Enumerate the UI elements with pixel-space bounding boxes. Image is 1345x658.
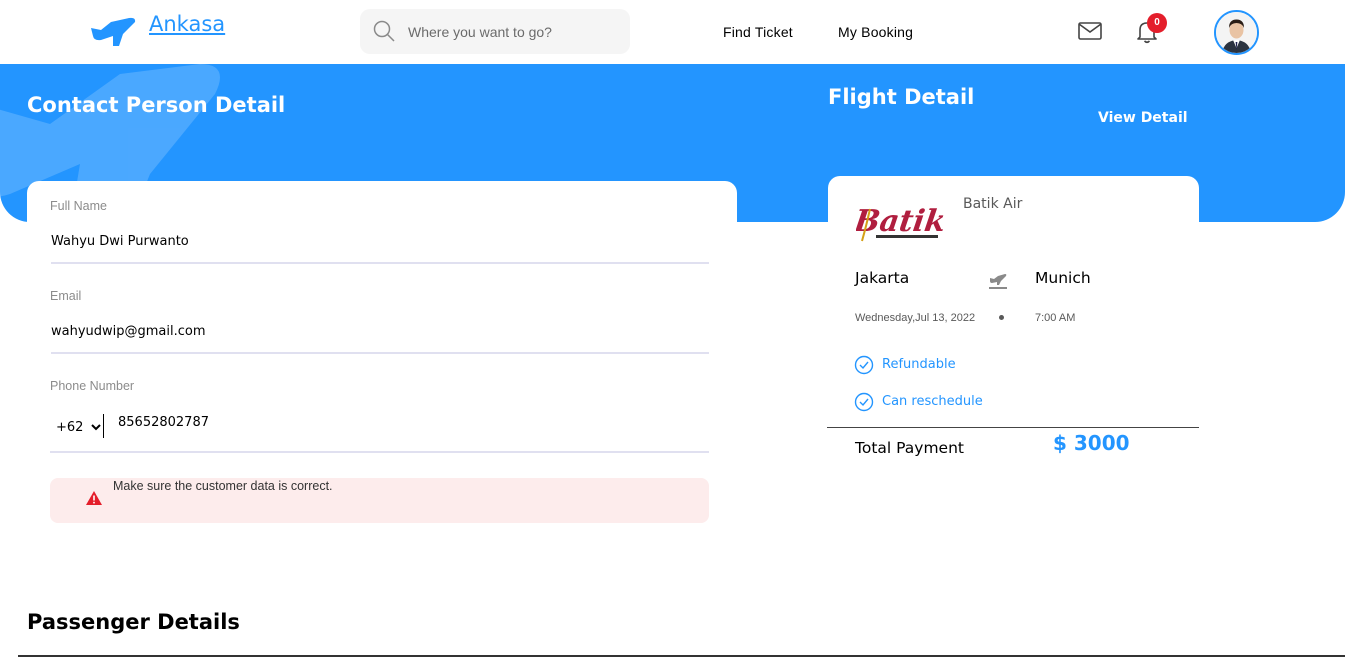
phone-code-select[interactable]: +62: [52, 416, 104, 438]
check-circle-icon: [854, 355, 874, 375]
email-field[interactable]: [51, 324, 709, 354]
airline-name: Batik Air: [963, 196, 1023, 212]
refundable-label: Refundable: [882, 357, 956, 372]
arrival-city: Munich: [1035, 269, 1091, 287]
view-detail-link[interactable]: View Detail: [1098, 110, 1188, 126]
flight-date: Wednesday,Jul 13, 2022: [855, 312, 976, 324]
full-name-label: Full Name: [50, 199, 107, 213]
section-divider: [18, 655, 1345, 657]
search-input[interactable]: [408, 9, 618, 54]
warning-icon: [86, 491, 102, 505]
total-payment-label: Total Payment: [855, 439, 964, 457]
avatar[interactable]: [1214, 10, 1259, 55]
warning-text: Make sure the customer data is correct.: [113, 479, 333, 493]
plane-logo-icon[interactable]: [89, 14, 137, 48]
phone-divider: [103, 414, 104, 438]
passenger-details-title: Passenger Details: [27, 610, 240, 634]
navbar: Ankasa Find Ticket My Booking 0: [0, 0, 1345, 64]
notification-badge: 0: [1147, 13, 1167, 33]
brand-name[interactable]: Ankasa: [149, 12, 225, 36]
divider: [827, 427, 1199, 428]
search-bar[interactable]: [360, 9, 630, 54]
total-payment-value: $ 3000: [1053, 431, 1130, 455]
flight-title: Flight Detail: [828, 85, 975, 109]
nav-my-booking[interactable]: My Booking: [838, 24, 913, 40]
search-icon: [373, 20, 395, 42]
contact-title: Contact Person Detail: [27, 93, 286, 117]
check-circle-icon: [854, 392, 874, 412]
phone-row: +62: [50, 405, 709, 453]
separator-dot: [999, 315, 1004, 320]
plane-icon: [989, 274, 1007, 289]
phone-number-field[interactable]: [118, 415, 518, 430]
mail-icon[interactable]: [1078, 22, 1102, 40]
departure-city: Jakarta: [855, 269, 910, 287]
flight-time: 7:00 AM: [1035, 312, 1076, 324]
user-avatar-icon: [1216, 12, 1257, 53]
reschedule-label: Can reschedule: [882, 394, 983, 409]
full-name-field[interactable]: [51, 234, 709, 264]
batik-air-logo: Batik: [856, 204, 944, 242]
nav-find-ticket[interactable]: Find Ticket: [723, 24, 793, 40]
email-label: Email: [50, 289, 82, 303]
contact-card: Full Name Email Phone Number +62 Make su…: [27, 181, 737, 551]
phone-label: Phone Number: [50, 379, 135, 393]
warning-alert: Make sure the customer data is correct.: [50, 478, 709, 523]
flight-card: Batik Batik Air Jakarta Munich Wednesday…: [827, 176, 1199, 486]
